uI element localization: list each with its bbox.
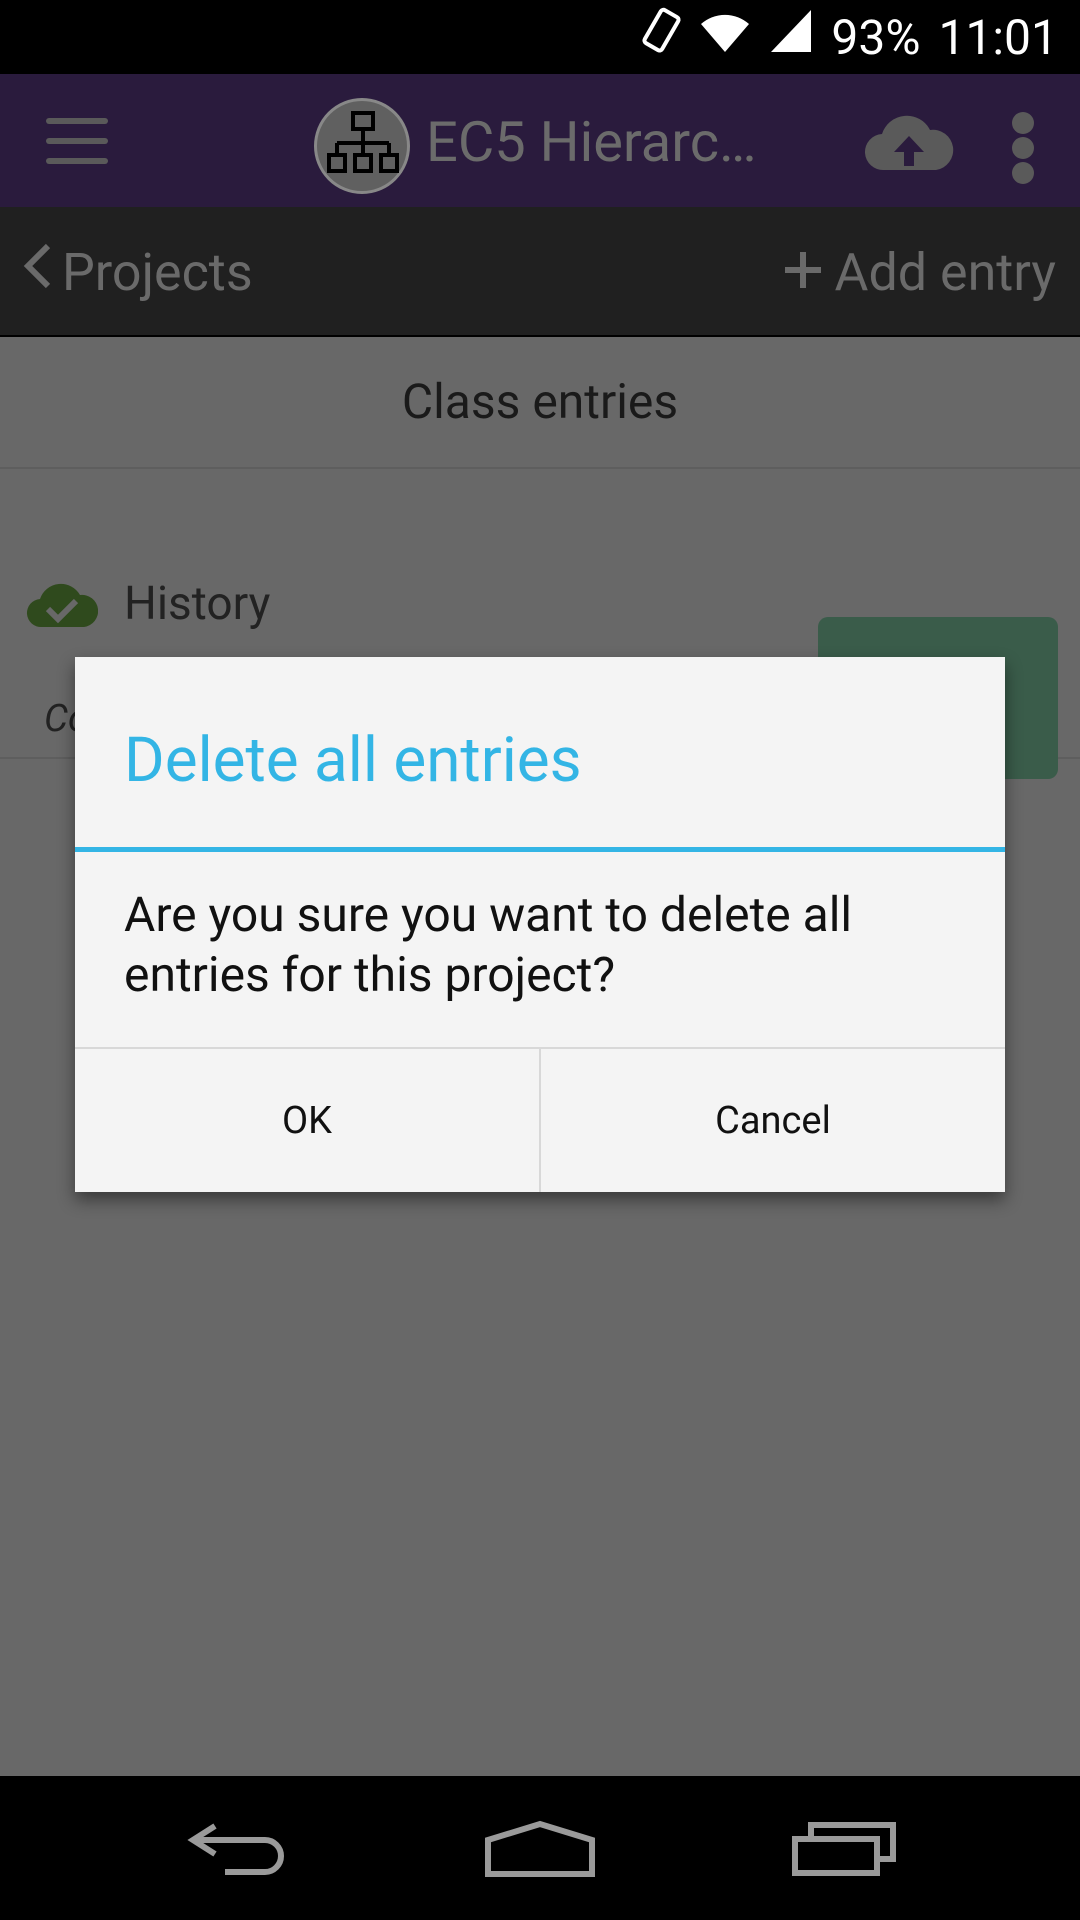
plus-icon bbox=[783, 242, 823, 303]
more-vert-icon[interactable] bbox=[1012, 112, 1036, 184]
dialog-title: Delete all entries bbox=[124, 724, 582, 797]
app-title: EC5 Hierarc… bbox=[426, 109, 757, 175]
app-bar: EC5 Hierarc… bbox=[0, 74, 1080, 207]
section-title: Class entries bbox=[0, 337, 1080, 469]
system-nav-bar bbox=[0, 1776, 1080, 1920]
signal-icon bbox=[769, 8, 813, 66]
cloud-upload-icon[interactable] bbox=[864, 112, 954, 176]
wifi-icon bbox=[699, 9, 751, 66]
status-icons: 93% 11:01 bbox=[641, 0, 1058, 74]
chevron-left-icon bbox=[22, 242, 52, 303]
back-label: Projects bbox=[62, 241, 253, 303]
recents-icon[interactable] bbox=[744, 1776, 944, 1920]
back-icon[interactable] bbox=[140, 1776, 340, 1920]
dialog-buttons: OK Cancel bbox=[75, 1047, 1005, 1192]
menu-icon[interactable] bbox=[46, 118, 108, 164]
home-icon[interactable] bbox=[440, 1776, 640, 1920]
cancel-button[interactable]: Cancel bbox=[539, 1049, 1005, 1192]
entry-label: History bbox=[124, 577, 271, 631]
dialog-message: Are you sure you want to delete all entr… bbox=[124, 886, 853, 1003]
clock: 11:01 bbox=[938, 8, 1058, 66]
ok-button[interactable]: OK bbox=[75, 1049, 539, 1192]
secondary-nav: Projects Add entry bbox=[0, 207, 1080, 337]
back-to-projects-button[interactable]: Projects bbox=[22, 207, 253, 337]
dialog-divider bbox=[75, 847, 1005, 852]
battery-percent: 93% bbox=[831, 8, 921, 66]
status-bar: 93% 11:01 bbox=[0, 0, 1080, 74]
delete-dialog: Delete all entries Are you sure you want… bbox=[75, 657, 1005, 1192]
cloud-check-icon bbox=[26, 579, 99, 633]
vibrate-icon bbox=[641, 7, 681, 67]
hierarchy-icon bbox=[314, 98, 410, 194]
add-entry-label: Add entry bbox=[834, 241, 1056, 303]
add-entry-button[interactable]: Add entry bbox=[783, 207, 1056, 337]
